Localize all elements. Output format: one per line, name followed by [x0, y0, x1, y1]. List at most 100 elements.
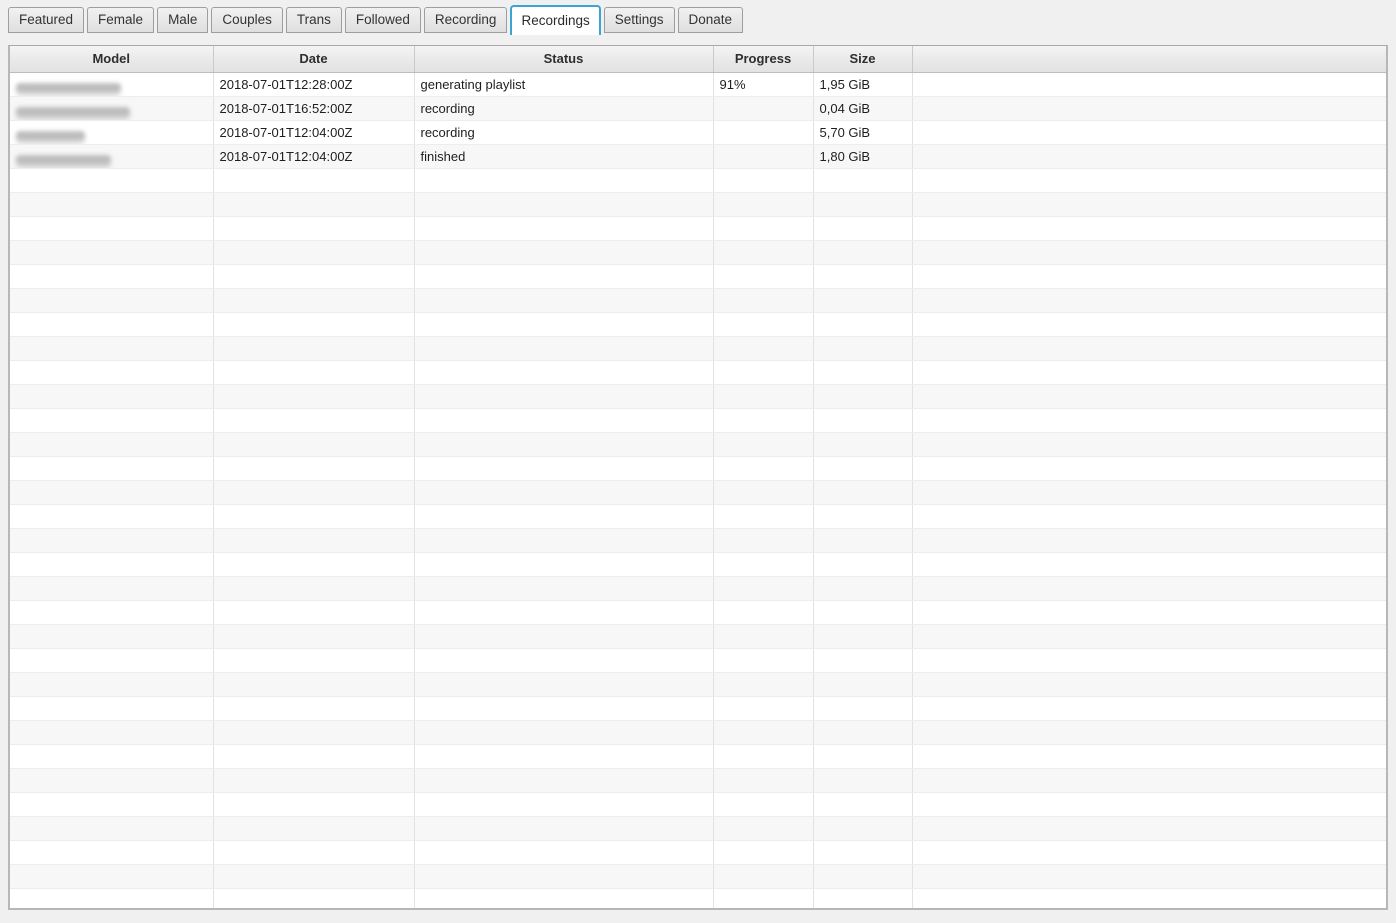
empty-table-row	[10, 432, 1386, 456]
table-body: 2018-07-01T12:28:00Zgenerating playlist9…	[10, 72, 1386, 910]
empty-cell	[213, 504, 414, 528]
column-header-size[interactable]: Size	[813, 46, 912, 72]
empty-cell	[813, 312, 912, 336]
empty-cell	[912, 864, 1386, 888]
empty-cell	[213, 456, 414, 480]
empty-cell	[912, 240, 1386, 264]
empty-cell	[213, 432, 414, 456]
empty-cell	[912, 720, 1386, 744]
empty-cell	[713, 384, 813, 408]
table-row[interactable]: 2018-07-01T12:04:00Zfinished1,80 GiB	[10, 144, 1386, 168]
empty-cell	[10, 768, 213, 792]
empty-cell	[813, 504, 912, 528]
empty-table-row	[10, 792, 1386, 816]
size-cell: 1,95 GiB	[813, 72, 912, 96]
empty-cell	[713, 432, 813, 456]
column-header-status[interactable]: Status	[414, 46, 713, 72]
tab-recordings[interactable]: Recordings	[510, 5, 600, 35]
tab-donate[interactable]: Donate	[678, 7, 744, 33]
redacted-model-name	[16, 107, 130, 116]
tab-couples[interactable]: Couples	[211, 7, 283, 33]
empty-cell	[414, 432, 713, 456]
empty-cell	[912, 696, 1386, 720]
empty-cell	[10, 552, 213, 576]
tab-followed[interactable]: Followed	[345, 7, 421, 33]
empty-cell	[414, 576, 713, 600]
empty-table-row	[10, 480, 1386, 504]
empty-cell	[912, 888, 1386, 910]
empty-cell	[414, 648, 713, 672]
table-row[interactable]: 2018-07-01T12:04:00Zrecording5,70 GiB	[10, 120, 1386, 144]
empty-table-row	[10, 288, 1386, 312]
empty-cell	[813, 720, 912, 744]
empty-table-row	[10, 360, 1386, 384]
empty-table-row	[10, 816, 1386, 840]
empty-table-row	[10, 192, 1386, 216]
status-cell: finished	[414, 144, 713, 168]
empty-cell	[813, 624, 912, 648]
column-header-progress[interactable]: Progress	[713, 46, 813, 72]
empty-cell	[10, 648, 213, 672]
tab-settings[interactable]: Settings	[604, 7, 675, 33]
tab-featured[interactable]: Featured	[8, 7, 84, 33]
recordings-table: ModelDateStatusProgressSize 2018-07-01T1…	[10, 46, 1386, 910]
empty-cell	[912, 672, 1386, 696]
empty-table-row	[10, 576, 1386, 600]
empty-cell	[10, 192, 213, 216]
size-cell: 0,04 GiB	[813, 96, 912, 120]
table-row[interactable]: 2018-07-01T16:52:00Zrecording0,04 GiB	[10, 96, 1386, 120]
empty-cell	[10, 480, 213, 504]
empty-cell	[713, 504, 813, 528]
empty-cell	[813, 864, 912, 888]
empty-cell	[414, 552, 713, 576]
empty-cell	[912, 528, 1386, 552]
empty-cell	[912, 600, 1386, 624]
empty-cell	[414, 168, 713, 192]
empty-cell	[10, 384, 213, 408]
empty-cell	[213, 408, 414, 432]
empty-cell	[713, 264, 813, 288]
empty-cell	[213, 192, 414, 216]
column-header-date[interactable]: Date	[213, 46, 414, 72]
empty-cell	[414, 816, 713, 840]
empty-cell	[10, 408, 213, 432]
empty-cell	[213, 312, 414, 336]
column-header-model[interactable]: Model	[10, 46, 213, 72]
column-header-filler	[912, 46, 1386, 72]
empty-cell	[414, 792, 713, 816]
empty-cell	[414, 744, 713, 768]
empty-cell	[213, 864, 414, 888]
empty-cell	[713, 696, 813, 720]
empty-cell	[912, 336, 1386, 360]
empty-cell	[912, 216, 1386, 240]
empty-cell	[713, 240, 813, 264]
filler-cell	[912, 96, 1386, 120]
progress-cell	[713, 144, 813, 168]
empty-cell	[713, 768, 813, 792]
tab-recording[interactable]: Recording	[424, 7, 508, 33]
empty-cell	[713, 168, 813, 192]
empty-cell	[813, 648, 912, 672]
progress-cell: 91%	[713, 72, 813, 96]
empty-table-row	[10, 744, 1386, 768]
table-row[interactable]: 2018-07-01T12:28:00Zgenerating playlist9…	[10, 72, 1386, 96]
empty-cell	[414, 264, 713, 288]
empty-cell	[414, 888, 713, 910]
tab-female[interactable]: Female	[87, 7, 154, 33]
redacted-model-name	[16, 131, 85, 140]
empty-cell	[10, 840, 213, 864]
empty-cell	[213, 672, 414, 696]
empty-cell	[414, 312, 713, 336]
empty-table-row	[10, 624, 1386, 648]
progress-cell	[713, 120, 813, 144]
tab-male[interactable]: Male	[157, 7, 208, 33]
empty-cell	[813, 672, 912, 696]
empty-table-row	[10, 840, 1386, 864]
tab-trans[interactable]: Trans	[286, 7, 342, 33]
empty-cell	[912, 192, 1386, 216]
empty-cell	[10, 168, 213, 192]
empty-cell	[813, 408, 912, 432]
empty-table-row	[10, 216, 1386, 240]
empty-cell	[813, 336, 912, 360]
empty-cell	[813, 600, 912, 624]
